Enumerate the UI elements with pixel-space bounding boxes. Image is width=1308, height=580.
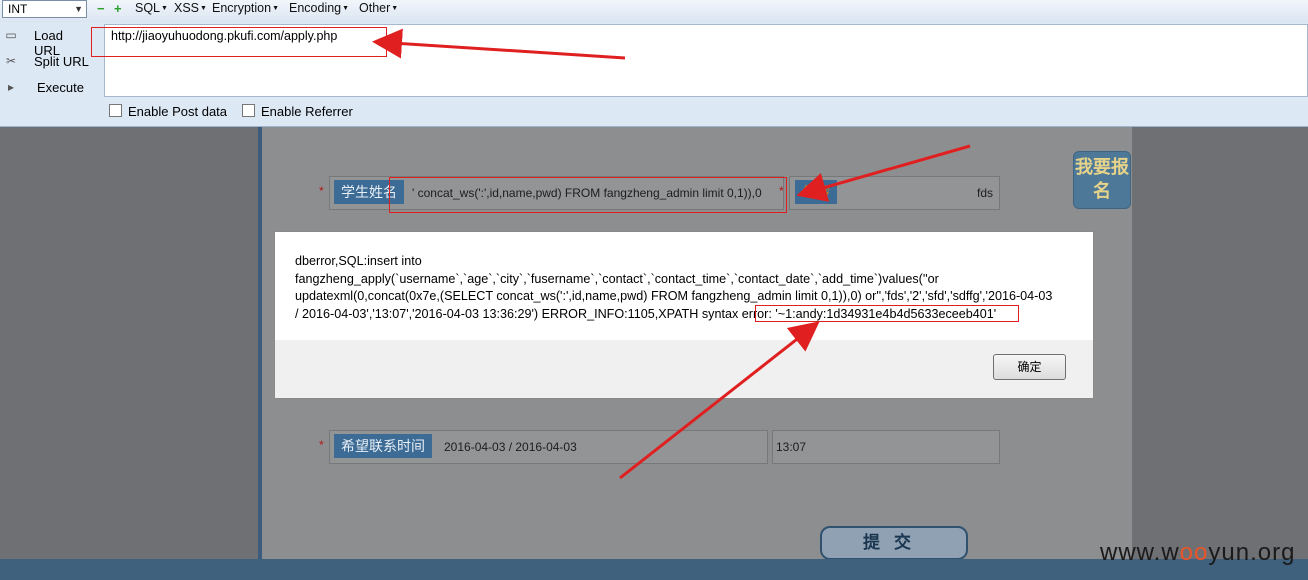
scissors-icon: ✂ <box>5 54 17 68</box>
wooyun-watermark: www.wooyun.org <box>1100 539 1296 566</box>
load-icon: ▭ <box>5 28 17 42</box>
time-input-row <box>772 430 1000 464</box>
date-input[interactable]: 2016-04-03 / 2016-04-03 <box>444 440 577 454</box>
dialog-body: dberror,SQL:insert into fangzheng_apply(… <box>275 232 1093 340</box>
execute-button[interactable]: ▸ Execute <box>0 77 92 99</box>
ok-button[interactable]: 确定 <box>993 354 1066 380</box>
menu-sql[interactable]: SQL▼ <box>135 0 168 17</box>
required-star: * <box>319 438 324 452</box>
checkbox-icon <box>242 104 255 117</box>
menu-encryption[interactable]: Encryption▼ <box>212 0 279 17</box>
menu-other[interactable]: Other▼ <box>359 0 398 17</box>
hackbar-toolbar: INT ▼ − + SQL▼ XSS▼ Encryption▼ Encoding… <box>0 0 1308 127</box>
payload-highlight-box <box>389 177 787 213</box>
menu-xss[interactable]: XSS▼ <box>174 0 207 17</box>
required-star: * <box>319 184 324 198</box>
split-url-button[interactable]: ✂ Split URL <box>0 51 92 73</box>
url-highlight-box <box>91 27 387 57</box>
load-url-button[interactable]: ▭ Load URL <box>0 25 92 58</box>
hackbar-menubar: INT ▼ − + SQL▼ XSS▼ Encryption▼ Encoding… <box>0 0 1308 22</box>
chevron-down-icon: ▼ <box>74 4 83 14</box>
type-select[interactable]: INT ▼ <box>2 0 87 18</box>
menu-encoding[interactable]: Encoding▼ <box>289 0 349 17</box>
minus-icon[interactable]: − <box>97 2 105 16</box>
enable-referrer-checkbox[interactable]: Enable Referrer <box>242 104 353 119</box>
message-line: updatexml(0,concat(0x7e,(SELECT concat_w… <box>295 289 1053 303</box>
checkbox-icon <box>109 104 122 117</box>
message-line: dberror,SQL:insert into <box>295 254 422 268</box>
result-highlight-box <box>755 305 1019 322</box>
time-input[interactable]: 13:07 <box>776 440 806 454</box>
type-select-value: INT <box>8 2 28 16</box>
plus-icon[interactable]: + <box>114 2 122 16</box>
play-icon: ▸ <box>7 80 15 94</box>
apply-badge[interactable]: 我要报名 <box>1073 151 1131 209</box>
message-line: fangzheng_apply(`username`,`age`,`city`,… <box>295 271 939 286</box>
age-label: 年龄 <box>795 180 837 204</box>
age-input[interactable]: fds <box>977 186 993 200</box>
enable-post-checkbox[interactable]: Enable Post data <box>109 104 227 119</box>
submit-button[interactable]: 提交 <box>820 526 968 560</box>
time-label: 希望联系时间 <box>334 434 432 458</box>
